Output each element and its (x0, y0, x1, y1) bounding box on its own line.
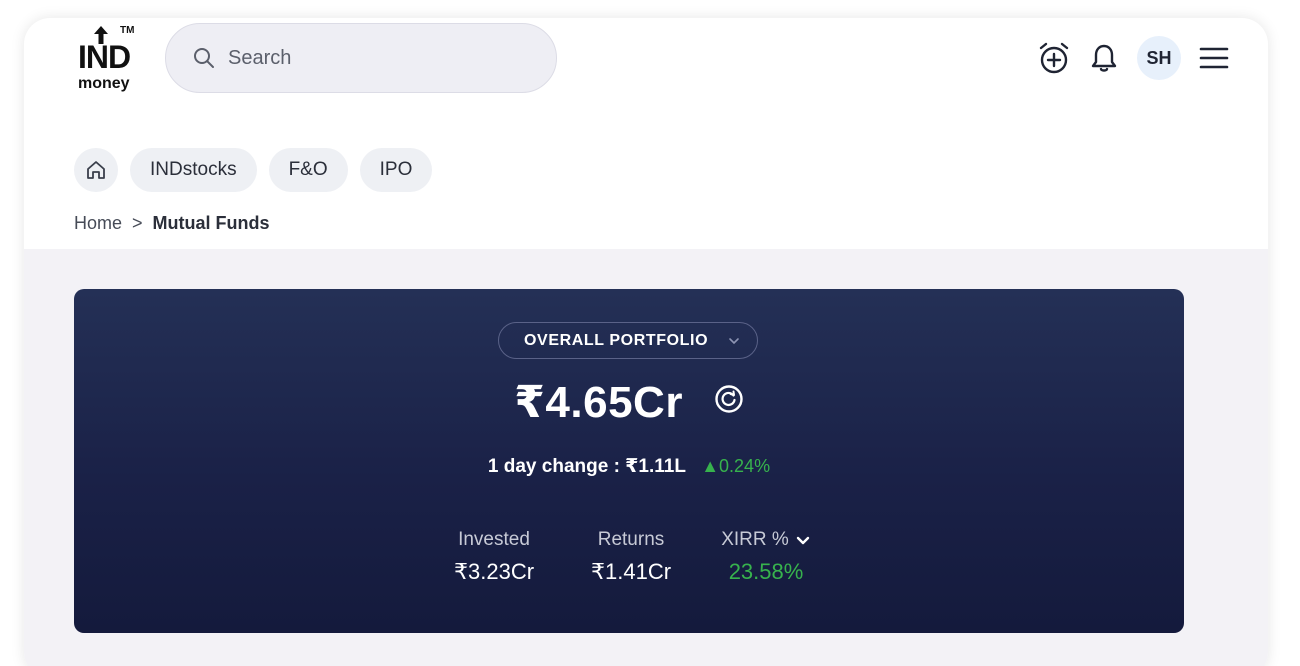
returns-value: ₹1.41Cr (591, 559, 672, 584)
portfolio-value: ₹4.65Cr (514, 378, 683, 427)
portfolio-card: OVERALL PORTFOLIO ₹4.65Cr 1 day change :… (74, 289, 1184, 633)
home-icon (87, 161, 105, 179)
invested-label: Invested (458, 529, 530, 550)
chip-ipo[interactable]: IPO (359, 148, 433, 192)
logo-trademark: TM (120, 25, 135, 36)
alarm-add-icon (1039, 42, 1069, 74)
invested-value: ₹3.23Cr (454, 559, 535, 584)
logo-wordmark: IND (78, 39, 131, 75)
stat-returns: Returns ₹1.41Cr (591, 529, 671, 585)
stat-xirr: XIRR % 23.58% (711, 529, 821, 585)
portfolio-selector[interactable]: OVERALL PORTFOLIO (498, 322, 758, 359)
content-area: OVERALL PORTFOLIO ₹4.65Cr 1 day change :… (24, 249, 1268, 666)
xirr-selector[interactable]: XIRR % (711, 529, 821, 551)
add-alarm-button[interactable] (1036, 40, 1072, 76)
day-change-percent: ▲0.24% (701, 456, 771, 476)
breadcrumb: Home > Mutual Funds (74, 213, 270, 234)
indmoney-logo[interactable]: TM IND money (76, 24, 146, 94)
search-bar[interactable] (165, 23, 557, 93)
search-input[interactable] (228, 46, 528, 70)
breadcrumb-current: Mutual Funds (152, 213, 270, 233)
breadcrumb-separator: > (132, 213, 143, 233)
home-chip[interactable] (74, 148, 118, 192)
chip-fno[interactable]: F&O (268, 148, 348, 192)
notifications-button[interactable] (1086, 40, 1122, 76)
chevron-down-icon (729, 338, 739, 345)
breadcrumb-home[interactable]: Home (74, 213, 122, 234)
search-icon (194, 48, 214, 68)
logo-subtext: money (78, 75, 130, 92)
avatar[interactable]: SH (1137, 36, 1181, 80)
portfolio-value-row: ₹4.65Cr (74, 377, 1184, 428)
nav-chips: INDstocks F&O IPO (74, 148, 433, 192)
chevron-down-icon (796, 536, 809, 545)
day-change-label: 1 day change : ₹1.11L (487, 456, 686, 477)
menu-button[interactable] (1196, 40, 1232, 76)
bell-icon (1091, 44, 1117, 72)
stat-invested: Invested ₹3.23Cr (454, 529, 534, 585)
portfolio-selector-label: OVERALL PORTFOLIO (524, 331, 709, 349)
refresh-icon[interactable] (714, 384, 744, 414)
portfolio-stats: Invested ₹3.23Cr Returns ₹1.41Cr XIRR % … (454, 529, 821, 585)
app-card: TM IND money SH (24, 18, 1268, 666)
returns-label: Returns (597, 529, 665, 550)
chip-indstocks[interactable]: INDstocks (130, 148, 257, 192)
day-change-row: 1 day change : ₹1.11L ▲0.24% (74, 455, 1184, 478)
menu-icon (1199, 47, 1229, 69)
xirr-value: 23.58% (728, 559, 804, 584)
xirr-label: XIRR % (721, 529, 789, 550)
